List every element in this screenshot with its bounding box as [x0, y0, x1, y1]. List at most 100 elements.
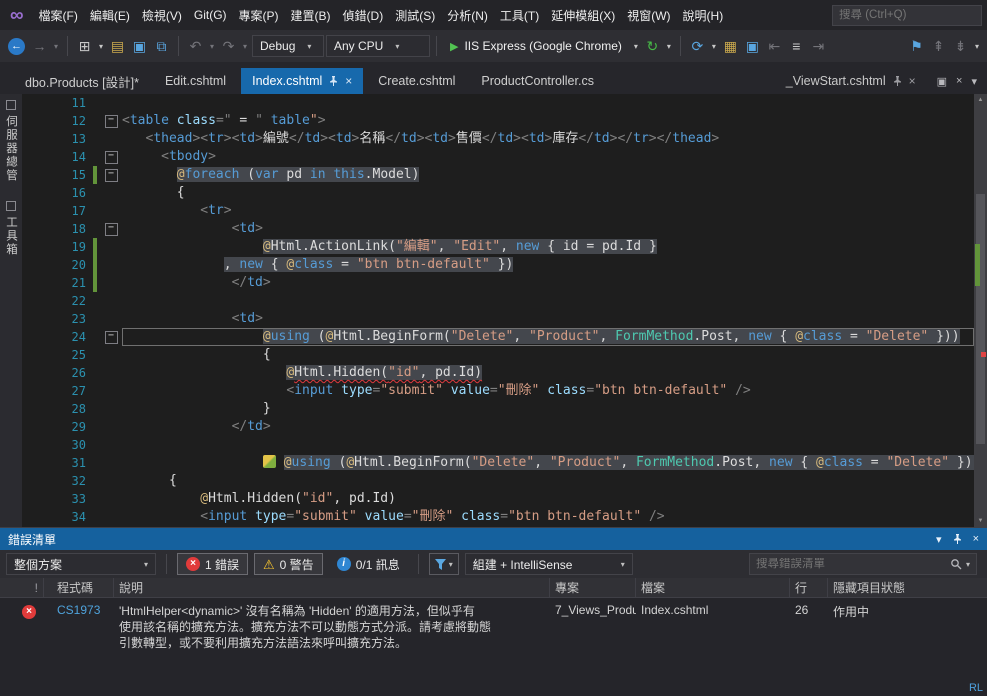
breakpoint-margin[interactable] [22, 436, 50, 454]
line-number[interactable]: 22 [50, 292, 90, 310]
breakpoint-margin[interactable] [22, 328, 50, 346]
fold-marker[interactable] [100, 202, 122, 220]
restart-dropdown-icon[interactable]: ▾ [664, 35, 674, 57]
open-file-icon[interactable]: ▤ [107, 35, 128, 57]
code-text[interactable]: <input type="submit" value="刪除" class="b… [122, 508, 974, 526]
error-row[interactable]: × CS1973 'HtmlHelper<dynamic>' 沒有名稱為 'Hi… [0, 598, 987, 651]
pin-icon[interactable] [329, 76, 338, 86]
breakpoint-margin[interactable] [22, 346, 50, 364]
undo-icon[interactable]: ↶ [185, 35, 206, 57]
fold-marker[interactable] [100, 292, 122, 310]
project-column-header[interactable]: 專案 [550, 578, 636, 597]
snippets-icon[interactable]: ▦ [720, 35, 741, 57]
multi-filter-button[interactable]: ▾ [428, 553, 459, 575]
line-number[interactable]: 12 [50, 112, 90, 130]
redo-dropdown-icon[interactable]: ▾ [240, 35, 250, 57]
line-number[interactable]: 28 [50, 400, 90, 418]
breakpoint-margin[interactable] [22, 274, 50, 292]
breakpoint-margin[interactable] [22, 220, 50, 238]
code-text[interactable]: <table class=" = " table"> [122, 112, 974, 130]
tabwell-dropdown-icon[interactable]: ▾ [971, 75, 977, 88]
browser-link-dropdown-icon[interactable]: ▾ [709, 35, 719, 57]
line-number[interactable]: 23 [50, 310, 90, 328]
breakpoint-margin[interactable] [22, 112, 50, 130]
code-text[interactable]: @using (@Html.BeginForm("Delete", "Produ… [122, 454, 974, 472]
breakpoint-margin[interactable] [22, 382, 50, 400]
window-position-icon[interactable]: ▾ [936, 533, 942, 546]
errors-filter-button[interactable]: × 1 錯誤 [177, 553, 249, 575]
menu-debug[interactable]: 偵錯(D) [337, 0, 390, 30]
close-icon[interactable]: × [345, 75, 352, 87]
fold-marker[interactable] [100, 418, 122, 436]
save-all-icon[interactable]: ⧉ [151, 35, 172, 57]
breakpoint-margin[interactable] [22, 256, 50, 274]
menu-view[interactable]: 檢視(V) [136, 0, 188, 30]
code-editor[interactable]: 11 12 <table class=" = " table"> [22, 94, 987, 527]
fold-marker[interactable] [100, 256, 122, 274]
fold-marker[interactable] [100, 328, 122, 346]
fold-marker[interactable] [100, 382, 122, 400]
server-explorer-tab[interactable]: 伺服器總管 [3, 100, 19, 183]
close-icon[interactable]: × [909, 75, 916, 87]
platform-select[interactable]: Any CPU ▾ [326, 35, 430, 57]
file-column-header[interactable]: 檔案 [636, 578, 790, 597]
toolbox-tab[interactable]: 工具箱 [3, 200, 19, 256]
code-text[interactable]: </td> [122, 418, 974, 436]
fold-marker[interactable] [100, 508, 122, 526]
code-text[interactable]: <td> [122, 310, 974, 328]
nav-forward-icon[interactable]: → [29, 35, 50, 57]
build-intellisense-select[interactable]: 組建 + IntelliSense ▾ [464, 553, 633, 575]
code-text[interactable]: @Html.ActionLink("編輯", "Edit", new { id … [122, 238, 974, 256]
breakpoint-margin[interactable] [22, 238, 50, 256]
run-dropdown-icon[interactable]: ▾ [631, 35, 641, 57]
line-number[interactable]: 24 [50, 328, 90, 346]
scope-select[interactable]: 整個方案 ▾ [6, 553, 156, 575]
code-text[interactable]: <thead><tr><td>編號</td><td>名稱</td><td>售價<… [122, 130, 974, 148]
fold-marker[interactable] [100, 454, 122, 472]
error-list-search-box[interactable]: ▾ [749, 553, 977, 575]
line-number[interactable]: 19 [50, 238, 90, 256]
fold-marker[interactable] [100, 364, 122, 382]
breakpoint-margin[interactable] [22, 364, 50, 382]
breakpoint-margin[interactable] [22, 400, 50, 418]
code-text[interactable]: @Html.Hidden("id", pd.Id) [122, 364, 974, 382]
fold-marker[interactable] [100, 436, 122, 454]
breakpoint-margin[interactable] [22, 94, 50, 112]
line-number[interactable]: 32 [50, 472, 90, 490]
pin-icon[interactable] [893, 76, 902, 86]
nav-history-dropdown-icon[interactable]: ▾ [51, 35, 61, 57]
code-text[interactable]: { [122, 472, 974, 490]
tab-dbo-products[interactable]: dbo.Products [設計]* × [14, 68, 150, 94]
tabwell-close-icon[interactable]: × [956, 75, 962, 87]
tab-productcontroller-cs[interactable]: ProductController.cs × [470, 68, 605, 94]
suppression-column-header[interactable]: 隱藏項目狀態 [828, 578, 987, 597]
line-column-header[interactable]: 行 [790, 578, 828, 597]
code-text[interactable]: <td> [122, 220, 974, 238]
breakpoint-margin[interactable] [22, 472, 50, 490]
code-column-header[interactable]: 程式碼 [44, 578, 114, 597]
menu-project[interactable]: 專案(P) [233, 0, 285, 30]
nav-back-icon[interactable]: ← [8, 37, 25, 55]
breakpoint-margin[interactable] [22, 292, 50, 310]
code-text[interactable]: </td> [122, 274, 974, 292]
breakpoint-margin[interactable] [22, 130, 50, 148]
bookmark-icon[interactable]: ⚑ [906, 35, 927, 57]
code-text[interactable]: <tbody> [122, 148, 974, 166]
line-number[interactable]: 27 [50, 382, 90, 400]
breakpoint-margin[interactable] [22, 310, 50, 328]
fold-marker[interactable] [100, 130, 122, 148]
fold-marker[interactable] [100, 238, 122, 256]
code-text[interactable]: @Html.Hidden("id", pd.Id) [122, 490, 974, 508]
menu-extensions[interactable]: 延伸模組(X) [545, 0, 621, 30]
save-icon[interactable]: ▣ [129, 35, 150, 57]
scrollbar-thumb[interactable] [976, 194, 985, 444]
solution-config-select[interactable]: Debug ▾ [252, 35, 324, 57]
menu-edit[interactable]: 編輯(E) [84, 0, 136, 30]
breakpoint-margin[interactable] [22, 490, 50, 508]
code-text[interactable]: } [122, 400, 974, 418]
menu-window[interactable]: 視窗(W) [621, 0, 676, 30]
line-number[interactable]: 34 [50, 508, 90, 526]
menu-help[interactable]: 說明(H) [677, 0, 730, 30]
breakpoint-margin[interactable] [22, 454, 50, 472]
redo-icon[interactable]: ↷ [218, 35, 239, 57]
